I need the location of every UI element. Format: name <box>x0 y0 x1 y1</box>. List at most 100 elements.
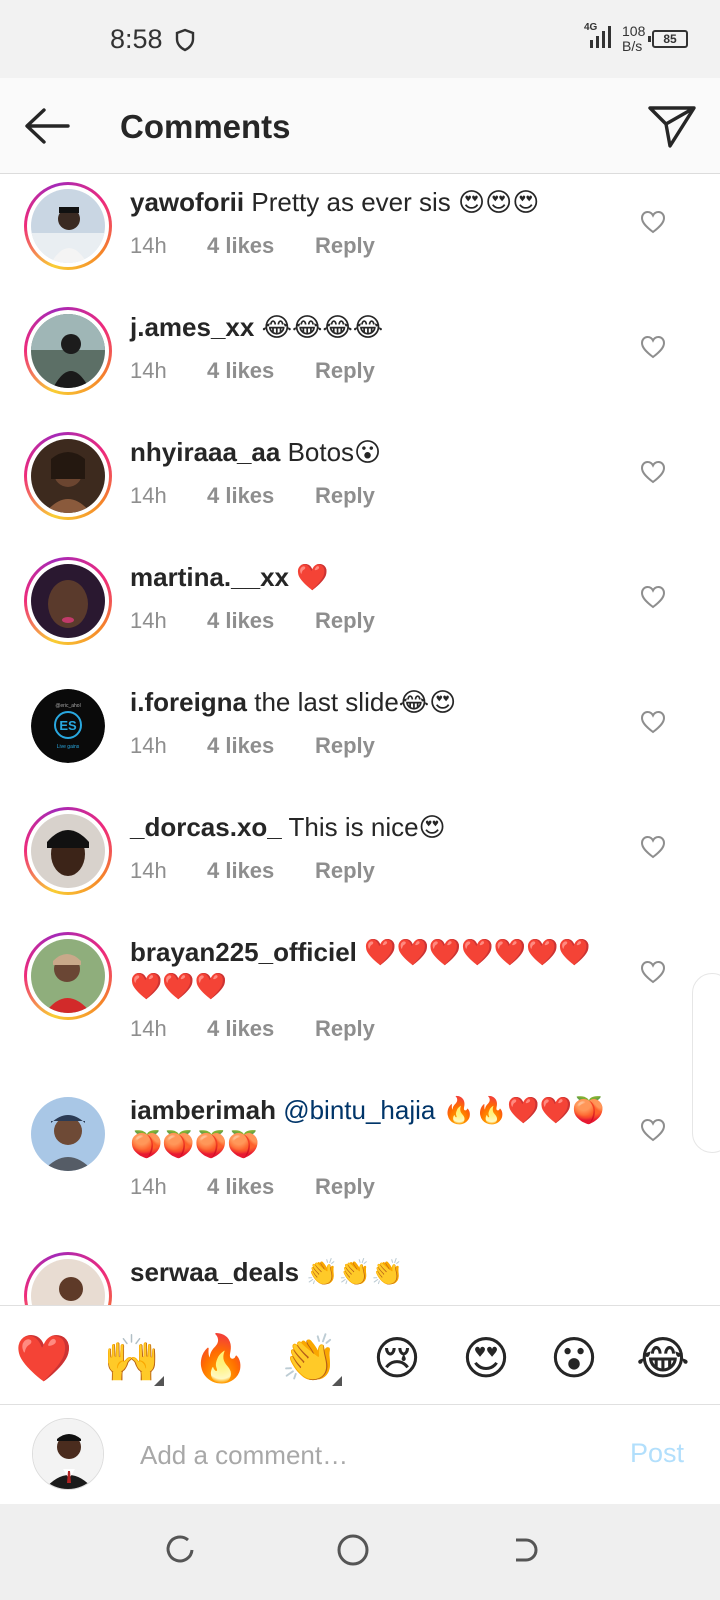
comment-body: Botos😮 <box>287 437 382 467</box>
comment-username[interactable]: j.ames_xx <box>130 312 254 342</box>
comment-likes[interactable]: 4 likes <box>207 483 315 509</box>
avatar[interactable] <box>24 307 112 395</box>
reply-button[interactable]: Reply <box>315 483 375 509</box>
battery-icon: 85 <box>648 30 688 48</box>
comment-meta: 14h 4 likes Reply <box>130 608 375 634</box>
back-nav-icon[interactable] <box>508 1532 544 1568</box>
comment-body: the last slide😂😍 <box>254 687 457 717</box>
like-heart-icon[interactable] <box>640 835 666 859</box>
reply-button[interactable]: Reply <box>315 358 375 384</box>
emoji-surprised-face-button[interactable]: 😮 <box>544 1328 604 1388</box>
quick-reaction-bar: ❤️ 🙌 🔥 👏 😢 😍 😮 😂 <box>0 1305 720 1405</box>
comment-meta: 14h 4 likes Reply <box>130 233 375 259</box>
comment-body: 👏👏👏 <box>306 1257 404 1287</box>
comment-likes[interactable]: 4 likes <box>207 608 315 634</box>
comment-username[interactable]: iamberimah <box>130 1095 276 1125</box>
comment-time: 14h <box>130 608 167 633</box>
comment-time: 14h <box>130 233 167 258</box>
avatar[interactable] <box>24 182 112 270</box>
back-arrow-icon[interactable] <box>22 106 72 146</box>
status-time: 8:58 <box>110 24 163 54</box>
avatar[interactable]: @eric_ahol ES Live gains <box>24 682 112 770</box>
comment-text: iamberimah @bintu_hajia 🔥🔥❤️❤️🍑🍑🍑🍑🍑 <box>130 1093 610 1161</box>
comment-username[interactable]: i.foreigna <box>130 687 247 717</box>
reply-button[interactable]: Reply <box>315 233 375 259</box>
avatar-photo <box>31 814 105 888</box>
shield-icon <box>175 28 195 52</box>
emoji-clapping-hands-button[interactable]: 👏 <box>280 1328 342 1388</box>
like-heart-icon[interactable] <box>640 460 666 484</box>
avatar-photo <box>31 1259 105 1305</box>
comment-time: 14h <box>130 483 167 508</box>
comment-text: nhyiraaa_aa Botos😮 <box>130 435 610 469</box>
reply-button[interactable]: Reply <box>315 1174 375 1200</box>
reply-button[interactable]: Reply <box>315 858 375 884</box>
avatar[interactable] <box>24 807 112 895</box>
comment-username[interactable]: serwaa_deals <box>130 1257 299 1287</box>
home-icon[interactable] <box>335 1532 371 1568</box>
avatar[interactable] <box>24 1252 112 1305</box>
comment-time: 14h <box>130 733 167 758</box>
avatar[interactable] <box>24 932 112 1020</box>
like-heart-icon[interactable] <box>640 335 666 359</box>
avatar-photo <box>31 189 105 263</box>
emoji-clapping-hands: 👏 <box>281 1331 339 1385</box>
emoji-red-heart-button[interactable]: ❤️ <box>14 1328 74 1388</box>
emoji-raising-hands-button[interactable]: 🙌 <box>102 1328 164 1388</box>
avatar-photo <box>31 564 105 638</box>
skin-tone-indicator-icon <box>154 1376 164 1386</box>
emoji-heart-eyes-button[interactable]: 😍 <box>456 1328 516 1388</box>
avatar[interactable] <box>24 432 112 520</box>
comment-username[interactable]: nhyiraaa_aa <box>130 437 280 467</box>
like-heart-icon[interactable] <box>640 210 666 234</box>
comment-meta: 14h 4 likes Reply <box>130 858 375 884</box>
comment-text: j.ames_xx 😂😂😂😂 <box>130 310 610 344</box>
comment-likes[interactable]: 4 likes <box>207 858 315 884</box>
reply-button[interactable]: Reply <box>315 733 375 759</box>
comment-likes[interactable]: 4 likes <box>207 1016 315 1042</box>
like-heart-icon[interactable] <box>640 585 666 609</box>
like-heart-icon[interactable] <box>640 1118 666 1142</box>
emoji-crying-face-button[interactable]: 😢 <box>367 1328 427 1388</box>
header-bar: Comments <box>0 78 720 174</box>
avatar[interactable] <box>24 557 112 645</box>
comment-likes[interactable]: 4 likes <box>207 1174 315 1200</box>
comment-username[interactable]: yawoforii <box>130 187 244 217</box>
comment-time: 14h <box>130 358 167 383</box>
comment-likes[interactable]: 4 likes <box>207 733 315 759</box>
comment-meta: 14h 4 likes Reply <box>130 483 375 509</box>
badge-caption: Live gains <box>57 744 80 750</box>
emoji-tears-of-joy-button[interactable]: 😂 <box>633 1328 693 1388</box>
reply-button[interactable]: Reply <box>315 1016 375 1042</box>
comment-text: i.foreigna the last slide😂😍 <box>130 685 610 719</box>
scroll-indicator[interactable] <box>692 973 720 1153</box>
comment-username[interactable]: martina.__xx <box>130 562 289 592</box>
recent-apps-icon[interactable] <box>162 1532 198 1568</box>
comment-mention[interactable]: @bintu_hajia <box>283 1095 435 1125</box>
comment-meta: 14h 4 likes Reply <box>130 1016 375 1042</box>
comment-time: 14h <box>130 858 167 883</box>
current-user-photo <box>33 1419 103 1489</box>
signal-icon <box>590 26 611 48</box>
reply-button[interactable]: Reply <box>315 608 375 634</box>
comments-list[interactable]: yawoforii Pretty as ever sis 😍😍😍 14h 4 l… <box>0 175 720 1305</box>
comment-username[interactable]: _dorcas.xo_ <box>130 812 282 842</box>
badge-handle: @eric_ahol <box>55 703 80 709</box>
direct-send-icon[interactable] <box>646 102 698 150</box>
comment-likes[interactable]: 4 likes <box>207 358 315 384</box>
avatar-photo <box>31 314 105 388</box>
system-nav-bar <box>0 1504 720 1600</box>
comment-meta: 14h 4 likes Reply <box>130 733 375 759</box>
comment-username[interactable]: brayan225_officiel <box>130 937 357 967</box>
comment-likes[interactable]: 4 likes <box>207 233 315 259</box>
comment-text: brayan225_officiel ❤️❤️❤️❤️❤️❤️❤️❤️❤️❤️ <box>130 935 610 1003</box>
comment-input[interactable] <box>140 1430 600 1480</box>
post-button[interactable]: Post <box>630 1438 684 1469</box>
avatar-photo: @eric_ahol ES Live gains <box>31 689 105 763</box>
avatar-photo <box>31 1097 105 1171</box>
like-heart-icon[interactable] <box>640 710 666 734</box>
emoji-fire-button[interactable]: 🔥 <box>191 1328 251 1388</box>
comment-body: 😂😂😂😂 <box>261 312 384 342</box>
avatar[interactable] <box>24 1090 112 1178</box>
like-heart-icon[interactable] <box>640 960 666 984</box>
